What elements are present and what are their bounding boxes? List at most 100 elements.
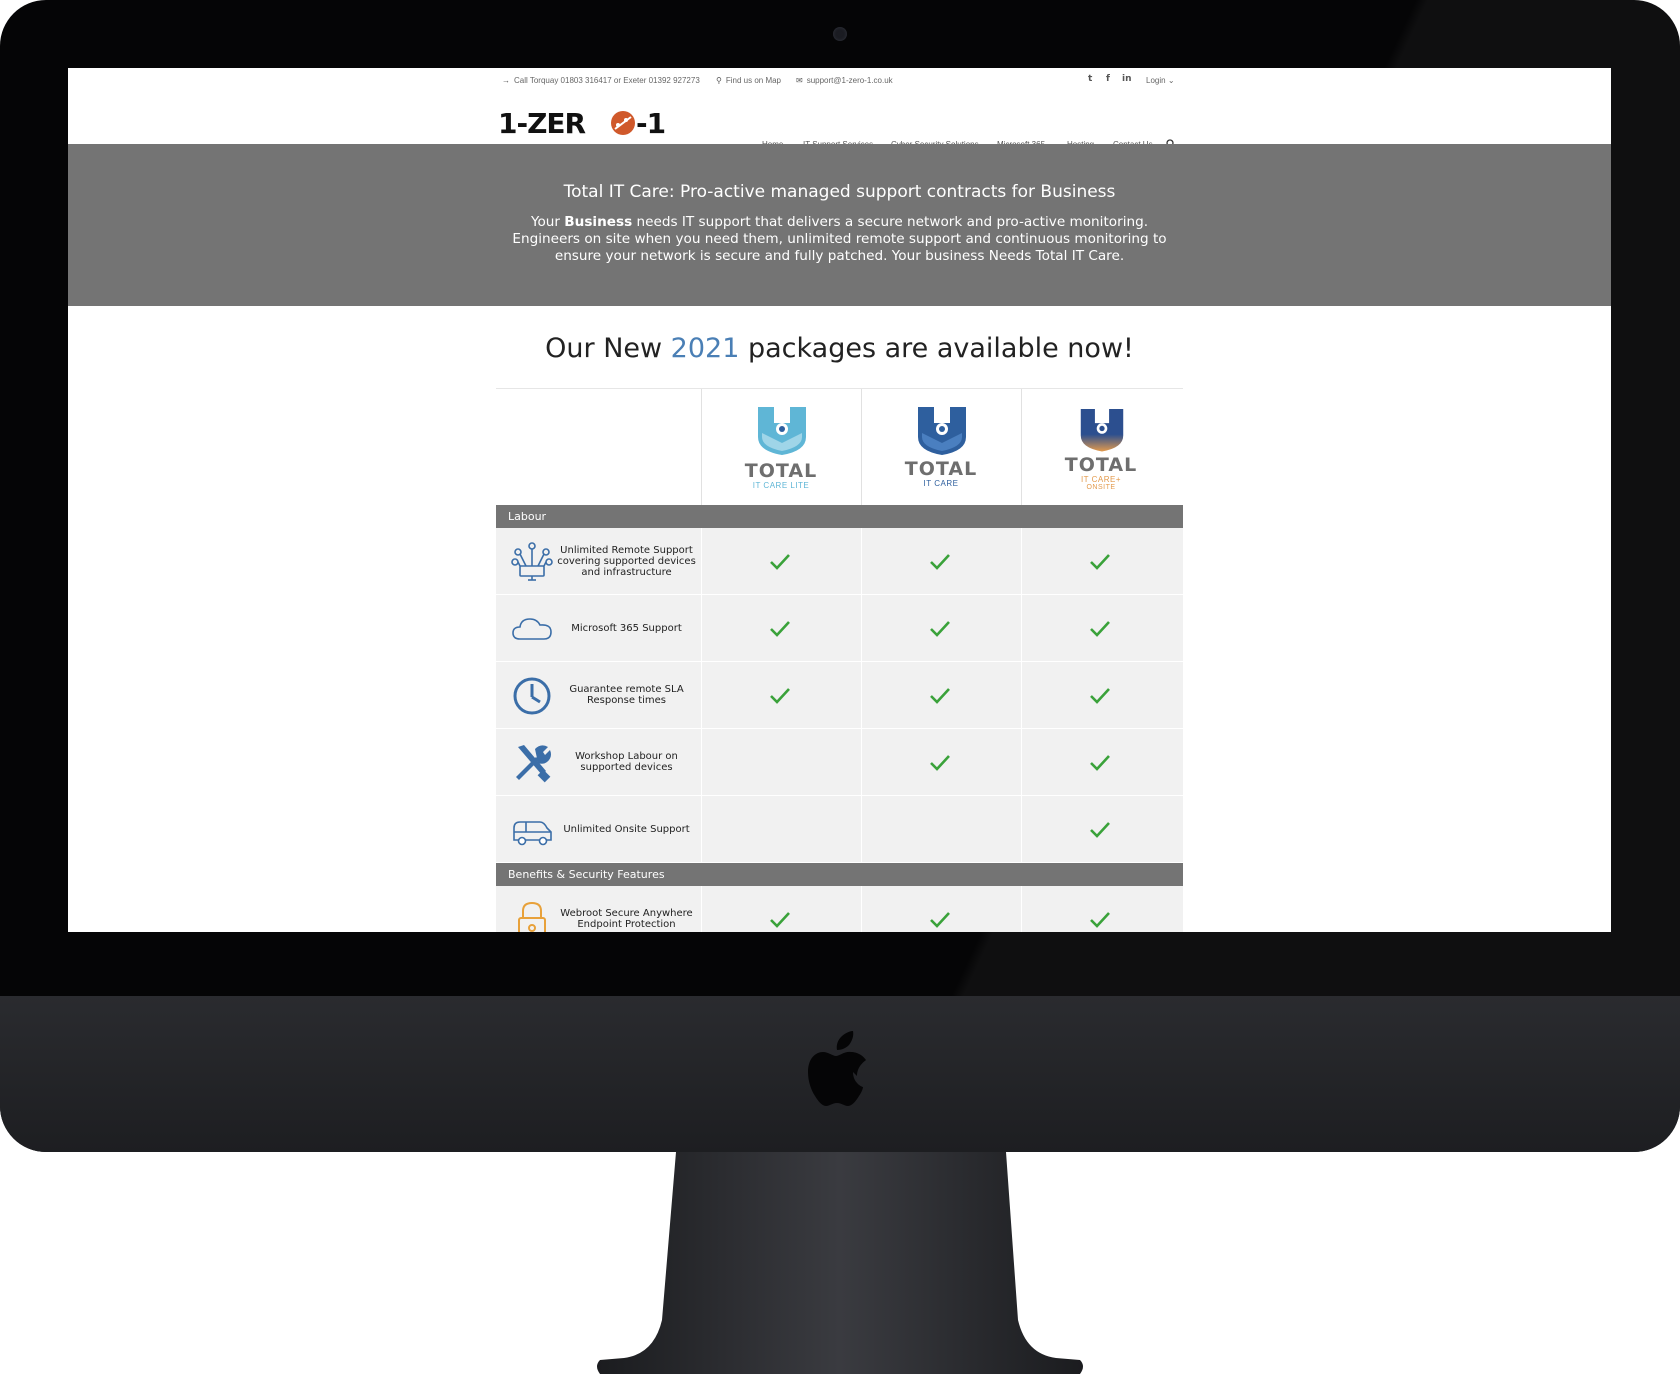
network-monitor-icon — [510, 540, 554, 584]
phone-link[interactable]: → Call Torquay 01803 316417 or Exeter 013… — [502, 76, 700, 85]
package-cell — [702, 528, 862, 594]
package-cell — [702, 886, 862, 932]
top-utility-bar: → Call Torquay 01803 316417 or Exeter 013… — [68, 68, 1611, 96]
check-icon — [768, 552, 792, 572]
divider — [701, 389, 702, 506]
package-cell — [1022, 886, 1182, 932]
email-text: support@1-zero-1.co.uk — [806, 76, 893, 85]
cloud-icon — [510, 607, 554, 651]
row-label-cell: Unlimited Remote Support covering suppor… — [496, 528, 701, 594]
hero-text-before: Your — [530, 214, 565, 230]
package-total-label: TOTAL — [1064, 454, 1138, 476]
heading-before: Our New — [545, 333, 671, 364]
divider — [861, 389, 862, 506]
packages-heading: Our New 2021 packages are available now! — [68, 333, 1611, 364]
package-sub-label: IT CARE+ — [1080, 475, 1122, 484]
phone-text: Call Torquay 01803 316417 or Exeter 0139… — [514, 76, 700, 85]
package-cell — [862, 886, 1022, 932]
check-icon — [928, 753, 952, 773]
row-label-cell: Webroot Secure Anywhere Endpoint Protect… — [496, 886, 701, 932]
package-logo-lite[interactable]: TOTAL IT CARE LITE — [721, 407, 841, 502]
check-icon — [768, 686, 792, 706]
row-label: Unlimited Remote Support covering suppor… — [557, 544, 696, 578]
email-link[interactable]: ✉ support@1-zero-1.co.uk — [796, 76, 893, 85]
shield-icon — [1080, 409, 1124, 452]
hero-text-bold: Business — [564, 214, 633, 230]
check-icon — [1088, 753, 1112, 773]
package-total-label: TOTAL — [744, 460, 818, 482]
package-cell — [702, 662, 862, 728]
table-row: Workshop Labour on supported devices — [496, 729, 1183, 796]
envelope-icon: ✉ — [796, 76, 803, 85]
shield-icon — [918, 407, 966, 455]
package-cell — [862, 528, 1022, 594]
login-text: Login — [1146, 76, 1166, 85]
camera-icon — [833, 27, 847, 41]
svg-text:-1: -1 — [636, 107, 665, 140]
van-icon — [510, 808, 554, 852]
row-label: Webroot Secure Anywhere Endpoint Protect… — [560, 908, 693, 930]
table-row: Guarantee remote SLA Response times — [496, 662, 1183, 729]
arrow-right-icon: → — [502, 76, 510, 85]
package-cell — [1022, 528, 1182, 594]
row-label-cell: Microsoft 365 Support — [496, 595, 701, 661]
svg-text:1-ZER: 1-ZER — [498, 107, 586, 140]
table-row: Unlimited Remote Support covering suppor… — [496, 528, 1183, 595]
hero-banner: Total IT Care: Pro-active managed suppor… — [68, 144, 1611, 306]
heading-year: 2021 — [670, 333, 740, 364]
table-header: TOTAL IT CARE LITE TOTAL IT CARE TOTAL I… — [496, 388, 1183, 506]
chevron-down-icon: ⌄ — [1167, 76, 1175, 85]
section-benefits: Benefits & Security Features — [496, 863, 1183, 886]
row-label-cell: Workshop Labour on supported devices — [496, 729, 701, 795]
row-label: Guarantee remote SLA Response times — [569, 684, 684, 706]
row-label: Microsoft 365 Support — [571, 622, 682, 634]
package-logo-it-care[interactable]: TOTAL IT CARE — [881, 407, 1001, 502]
row-label: Unlimited Onsite Support — [563, 823, 690, 835]
map-link[interactable]: ⚲ Find us on Map — [716, 76, 781, 85]
browser-screen: → Call Torquay 01803 316417 or Exeter 013… — [68, 68, 1611, 932]
package-cell — [862, 796, 1022, 862]
check-icon — [1088, 686, 1112, 706]
row-label: Workshop Labour on supported devices — [575, 751, 678, 773]
apple-logo-icon — [808, 1031, 866, 1106]
check-icon — [928, 910, 952, 930]
package-cell — [862, 729, 1022, 795]
imac-stand — [597, 1152, 1083, 1374]
clock-icon — [510, 674, 554, 718]
package-logo-it-care-plus[interactable]: TOTAL IT CARE+ ONSITE — [1041, 407, 1161, 502]
package-cell — [862, 595, 1022, 661]
check-icon — [1088, 619, 1112, 639]
row-label-cell: Unlimited Onsite Support — [496, 796, 701, 862]
package-cell — [1022, 729, 1182, 795]
package-cell — [1022, 662, 1182, 728]
site-logo[interactable]: 1-ZER -1 — [498, 101, 673, 141]
check-icon — [928, 619, 952, 639]
package-sub2-label: ONSITE — [1086, 484, 1116, 491]
package-sub-label: IT CARE LITE — [752, 481, 810, 490]
check-icon — [928, 686, 952, 706]
facebook-icon[interactable]: f — [1106, 74, 1110, 84]
section-labour: Labour — [496, 505, 1183, 528]
tools-icon — [510, 741, 554, 785]
twitter-icon[interactable]: t — [1088, 74, 1092, 84]
linkedin-icon[interactable]: in — [1122, 74, 1132, 84]
check-icon — [1088, 910, 1112, 930]
package-sub-label: IT CARE — [923, 479, 959, 488]
package-cell — [1022, 595, 1182, 661]
check-icon — [768, 910, 792, 930]
package-cell — [702, 796, 862, 862]
table-row: Microsoft 365 Support — [496, 595, 1183, 662]
check-icon — [1088, 552, 1112, 572]
table-row: Webroot Secure Anywhere Endpoint Protect… — [496, 886, 1183, 932]
check-icon — [768, 619, 792, 639]
divider — [1021, 389, 1022, 506]
check-icon — [1088, 820, 1112, 840]
heading-after: packages are available now! — [739, 333, 1134, 364]
map-text: Find us on Map — [725, 76, 781, 85]
hero-title: Total IT Care: Pro-active managed suppor… — [563, 182, 1116, 202]
package-total-label: TOTAL — [904, 458, 978, 480]
package-cell — [1022, 796, 1182, 862]
login-dropdown[interactable]: Login ⌄ — [1146, 76, 1175, 85]
table-row: Unlimited Onsite Support — [496, 796, 1183, 863]
hero-text: Your Business needs IT support that deli… — [498, 214, 1181, 265]
